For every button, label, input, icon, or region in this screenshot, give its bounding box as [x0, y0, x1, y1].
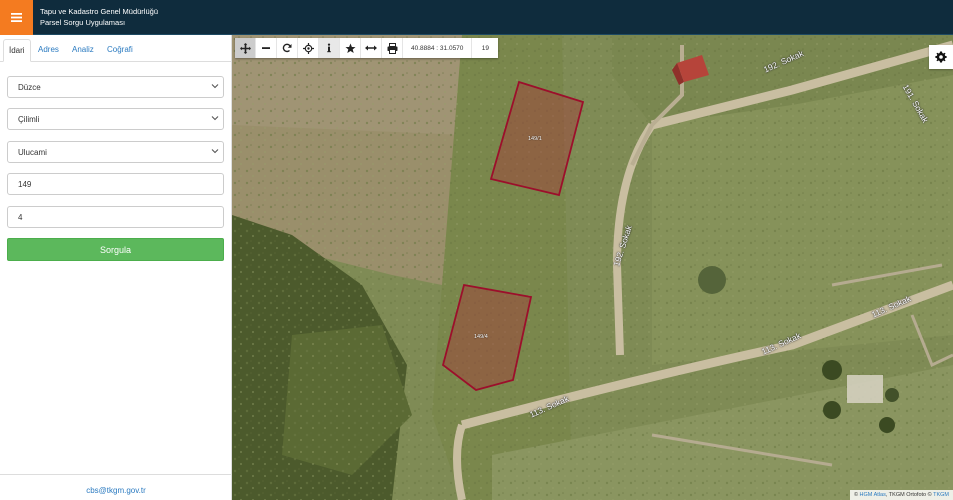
- menu-button[interactable]: [0, 0, 33, 35]
- gear-icon: [935, 51, 947, 63]
- attribution-text: , TKGM Ortofoto ©: [885, 492, 932, 498]
- tab-idari[interactable]: İdari: [3, 39, 31, 62]
- app-title: Tapu ve Kadastro Genel Müdürlüğü Parsel …: [40, 6, 158, 28]
- move-tool-button[interactable]: [235, 38, 256, 58]
- chevron-down-icon: [211, 84, 219, 89]
- coordinate-readout: 40.8884 : 31.0570: [403, 38, 473, 58]
- print-button[interactable]: [382, 38, 403, 58]
- info-icon: [327, 43, 331, 53]
- parcel-label: 149/4: [474, 334, 488, 340]
- sidebar-tabs: İdari Adres Analiz Coğrafi: [0, 35, 232, 62]
- settings-button[interactable]: [929, 45, 953, 69]
- chevron-down-icon: [211, 149, 219, 154]
- locate-icon: [302, 42, 314, 54]
- refresh-icon: [282, 43, 292, 53]
- parcel-input[interactable]: 4: [7, 206, 224, 228]
- chevron-down-icon: [211, 116, 219, 121]
- star-icon: [345, 43, 355, 53]
- zoom-level: 19: [481, 44, 490, 52]
- satellite-imagery: [232, 35, 953, 500]
- tab-cografi[interactable]: Coğrafi: [102, 39, 138, 62]
- app-title-line1: Tapu ve Kadastro Genel Müdürlüğü: [40, 7, 158, 16]
- neighborhood-value: Ulucami: [18, 148, 47, 157]
- tab-analiz[interactable]: Analiz: [67, 39, 99, 62]
- refresh-button[interactable]: [277, 38, 298, 58]
- neighborhood-select[interactable]: Ulucami: [7, 141, 224, 163]
- map-attribution: © HGM Atlas, TKGM Ortofoto © TKGM: [849, 490, 953, 500]
- province-value: Düzce: [18, 83, 41, 92]
- locate-button[interactable]: [298, 38, 319, 58]
- hgm-atlas-link[interactable]: HGM Atlas: [860, 492, 886, 498]
- app-title-line2: Parsel Sorgu Uygulaması: [40, 18, 126, 27]
- app-header: Tapu ve Kadastro Genel Müdürlüğü Parsel …: [0, 0, 953, 35]
- hamburger-icon: [11, 13, 22, 22]
- tab-adres[interactable]: Adres: [33, 39, 64, 62]
- print-icon: [387, 42, 397, 54]
- move-icon: [239, 42, 251, 54]
- map-toolbar: 40.8884 : 31.0570 19: [235, 38, 499, 58]
- measure-button[interactable]: [361, 38, 382, 58]
- query-sidebar: İdari Adres Analiz Coğrafi Düzce Çilimli…: [0, 35, 232, 500]
- measure-icon: [365, 45, 377, 51]
- satellite-map[interactable]: 149/1 149/4 192. Sokak 191. Sokak 192. S…: [232, 35, 953, 500]
- tkgm-link[interactable]: TKGM: [933, 492, 949, 498]
- contact-email-link[interactable]: cbs@tkgm.gov.tr: [86, 486, 146, 495]
- district-select[interactable]: Çilimli: [7, 108, 224, 130]
- info-button[interactable]: [319, 38, 340, 58]
- district-value: Çilimli: [18, 115, 40, 124]
- attribution-prefix: ©: [853, 492, 859, 498]
- query-button[interactable]: Sorgula: [7, 238, 224, 261]
- parcel-label: 149/1: [528, 136, 542, 142]
- province-select[interactable]: Düzce: [7, 76, 224, 98]
- zoom-out-icon: [262, 47, 270, 49]
- sidebar-footer: cbs@tkgm.gov.tr: [0, 474, 232, 500]
- favorite-button[interactable]: [340, 38, 361, 58]
- zoom-out-button[interactable]: [256, 38, 277, 58]
- block-input[interactable]: 149: [7, 173, 224, 195]
